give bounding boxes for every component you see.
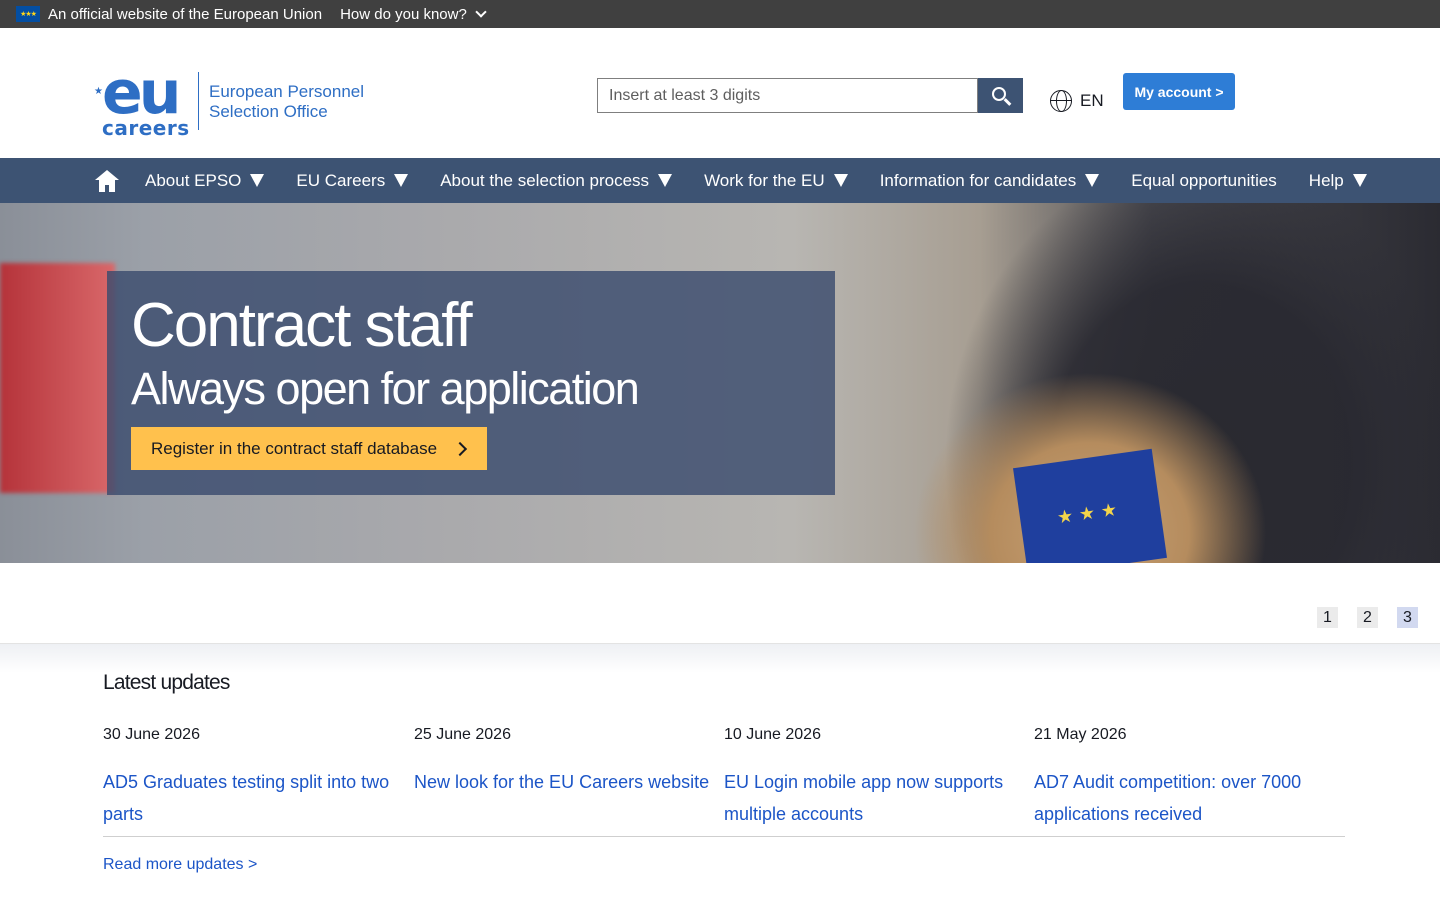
nav-item-eu-careers[interactable]: EU Careers <box>296 170 409 191</box>
logo-organization-name: European Personnel Selection Office <box>209 82 364 122</box>
carousel-page-3[interactable]: 3 <box>1397 607 1418 628</box>
globe-icon <box>1050 90 1072 112</box>
nav-item-work-for-eu[interactable]: Work for the EU <box>704 171 848 191</box>
nav-item-selection-process[interactable]: About the selection process <box>440 170 673 191</box>
latest-updates-heading: Latest updates <box>103 671 230 694</box>
dropdown-triangle-icon <box>658 174 673 187</box>
nav-item-label: Equal opportunities <box>1131 170 1277 190</box>
update-date: 30 June 2026 <box>103 726 200 743</box>
carousel-page-1[interactable]: 1 <box>1317 607 1338 628</box>
update-item: 25 June 2026 New look for the EU Careers… <box>414 726 714 798</box>
hero-button-label: Register in the contract staff database <box>151 438 438 458</box>
update-link[interactable]: AD5 Graduates testing split into two par… <box>103 766 403 830</box>
update-item: 30 June 2026 AD5 Graduates testing split… <box>103 726 403 830</box>
home-icon[interactable] <box>95 169 119 192</box>
update-date: 21 May 2026 <box>1034 726 1127 743</box>
language-selector[interactable]: EN <box>1050 90 1104 112</box>
update-date: 10 June 2026 <box>724 726 821 743</box>
nav-item-help[interactable]: Help <box>1309 171 1367 191</box>
logo-text-line1: European Personnel <box>209 82 365 101</box>
eu-official-text: An official website of the European Unio… <box>48 5 323 23</box>
hero-banner: ★★★ Contract staff Always open for appli… <box>0 203 1440 563</box>
dropdown-triangle-icon <box>394 174 409 187</box>
nav-item-label: About the selection process <box>440 170 650 190</box>
hero-subtitle: Always open for application <box>131 363 640 414</box>
eu-official-bar: ★★★ An official website of the European … <box>0 0 1440 28</box>
register-contract-staff-button[interactable]: Register in the contract staff database <box>131 427 487 470</box>
nav-item-information-candidates[interactable]: Information for candidates <box>880 171 1100 191</box>
logo-careers-text: careers <box>102 116 190 140</box>
update-item: 21 May 2026 AD7 Audit competition: over … <box>1034 726 1334 830</box>
dropdown-triangle-icon <box>833 174 848 187</box>
nav-item-label: EU Careers <box>296 170 386 190</box>
eu-flag-patch-icon: ★★★ <box>1013 448 1167 563</box>
update-item: 10 June 2026 EU Login mobile app now sup… <box>724 726 1024 830</box>
how-do-you-know-toggle[interactable]: How do you know? <box>340 5 487 23</box>
site-header: ★ eu careers European Personnel Selectio… <box>0 28 1440 158</box>
hero-title: Contract staff <box>131 291 473 360</box>
updates-divider <box>103 836 1345 837</box>
dropdown-triangle-icon <box>1085 174 1100 187</box>
logo-eu-text: eu <box>102 58 181 128</box>
eu-careers-logo[interactable]: ★ eu careers European Personnel Selectio… <box>94 58 394 142</box>
nav-item-label: Work for the EU <box>704 170 825 190</box>
carousel-page-2[interactable]: 2 <box>1357 607 1378 628</box>
update-link[interactable]: New look for the EU Careers website <box>414 766 714 798</box>
hero-content-box: Contract staff Always open for applicati… <box>107 271 835 495</box>
main-navigation: About EPSO EU Careers About the selectio… <box>0 158 1440 203</box>
search-button[interactable] <box>978 78 1023 113</box>
nav-item-label: Help <box>1308 170 1344 190</box>
nav-item-about-epso[interactable]: About EPSO <box>145 170 265 191</box>
update-date: 25 June 2026 <box>414 726 511 743</box>
hero-background-image <box>0 263 115 493</box>
nav-item-label: About EPSO <box>145 170 242 190</box>
dropdown-triangle-icon <box>250 174 265 187</box>
read-more-updates-link[interactable]: Read more updates > <box>103 856 257 874</box>
section-divider <box>0 643 1440 673</box>
language-code: EN <box>1080 91 1104 110</box>
search-icon <box>992 87 1006 101</box>
eu-flag-icon: ★★★ <box>16 6 40 22</box>
my-account-button[interactable]: My account > <box>1123 73 1235 110</box>
nav-item-equal-opportunities[interactable]: Equal opportunities <box>1131 171 1277 191</box>
search-bar <box>597 78 1023 113</box>
chevron-right-icon <box>452 441 468 456</box>
nav-item-label: Information for candidates <box>879 170 1077 190</box>
how-do-you-know-label: How do you know? <box>340 5 467 23</box>
carousel-pager: 1 2 3 <box>1317 607 1418 628</box>
logo-divider <box>198 72 199 130</box>
dropdown-triangle-icon <box>1352 174 1367 187</box>
search-input[interactable] <box>597 78 978 113</box>
update-link[interactable]: AD7 Audit competition: over 7000 applica… <box>1034 766 1334 830</box>
update-link[interactable]: EU Login mobile app now supports multipl… <box>724 766 1024 830</box>
chevron-down-icon <box>475 6 487 18</box>
logo-text-line2: Selection Office <box>209 102 328 121</box>
